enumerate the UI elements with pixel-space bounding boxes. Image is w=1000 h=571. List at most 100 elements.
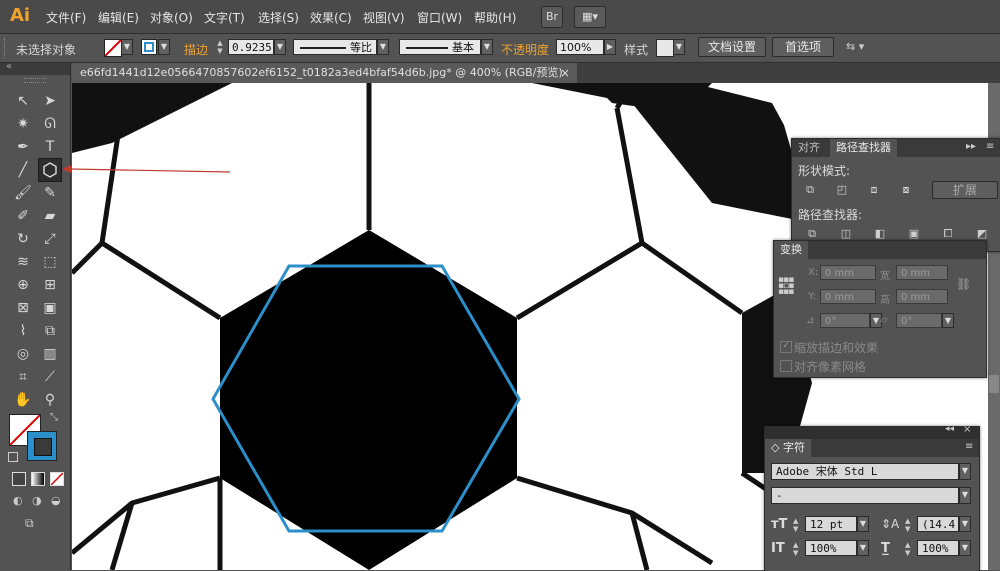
horizontal-scale-dropdown[interactable]: ▼ (959, 540, 971, 556)
font-family-select[interactable]: Adobe 宋体 Std L (771, 463, 959, 480)
vertical-scale-input[interactable]: 100% (805, 540, 857, 556)
vertical-scale-dropdown[interactable]: ▼ (857, 540, 869, 556)
leading-stepper[interactable]: ▲ ▼ (905, 517, 910, 533)
gradient-tool-icon[interactable]: ▣ (40, 298, 60, 318)
stroke-weight-dropdown[interactable]: ▼ (274, 39, 286, 55)
menu-edit[interactable]: 编辑(E) (98, 9, 139, 26)
panel-collapse-icon[interactable]: ▸▸ (966, 141, 976, 152)
stroke-profile-dropdown[interactable]: ▼ (377, 39, 389, 55)
y-input[interactable]: 0 mm (820, 289, 876, 304)
control-panel-menu-icon[interactable]: ⇆ ▾ (846, 39, 876, 55)
lasso-tool-icon[interactable]: ᘏ (40, 114, 60, 134)
reference-point-icon[interactable]: ▪▪▪ ▪▫▪ ▪▪▪ (778, 276, 796, 297)
swap-fill-stroke-icon[interactable]: ⤡ (50, 412, 58, 423)
free-transform-tool-icon[interactable]: ⬚ (40, 252, 60, 272)
stroke-label[interactable]: 描边 (184, 41, 208, 58)
crop-icon[interactable]: ▣ (906, 227, 922, 241)
character-panel-header[interactable]: ◂◂ × (765, 424, 979, 439)
paintbrush-tool-icon[interactable]: 🖌 (13, 183, 33, 203)
scrollbar-thumb[interactable] (989, 375, 999, 393)
opacity-dropdown[interactable]: ▶ (604, 39, 616, 55)
leading-input[interactable]: (14.4 (917, 516, 959, 532)
zoom-tool-icon[interactable]: ⚲ (40, 390, 60, 410)
brush-select[interactable]: 基本 (399, 39, 481, 55)
unite-icon[interactable]: ⧉ (802, 183, 818, 197)
collapse-icon[interactable]: « (6, 61, 12, 72)
color-mode-icon[interactable] (12, 472, 26, 486)
stroke-color-box[interactable] (27, 431, 57, 461)
slice-tool-icon[interactable]: ⟋ (40, 367, 60, 387)
rotate-tool-icon[interactable]: ↻ (13, 229, 33, 249)
default-colors-icon[interactable] (8, 452, 18, 462)
font-size-stepper[interactable]: ▲ ▼ (793, 517, 798, 533)
stroke-profile-select[interactable]: 等比 (293, 39, 377, 55)
panel-collapse-icon[interactable]: ◂◂ (945, 424, 954, 434)
scale-strokes-checkbox[interactable]: ✓ (780, 341, 792, 353)
pen-tool-icon[interactable]: ✒ (13, 137, 33, 157)
none-mode-icon[interactable] (50, 472, 64, 486)
stroke-dropdown[interactable]: ▼ (158, 39, 170, 55)
divide-icon[interactable]: ⧉ (804, 227, 820, 241)
gradient-mode-icon[interactable] (31, 472, 45, 486)
style-swatch[interactable] (656, 39, 674, 57)
leading-dropdown[interactable]: ▼ (959, 516, 971, 532)
expand-button[interactable]: 扩展 (932, 181, 998, 199)
tab-align[interactable]: 对齐 (792, 139, 826, 157)
opacity-label[interactable]: 不透明度 (501, 41, 549, 58)
polygon-tool-icon[interactable] (38, 158, 62, 182)
stroke-weight-input[interactable]: 0.9235 (228, 39, 274, 55)
menu-help[interactable]: 帮助(H) (474, 9, 516, 26)
line-segment-tool-icon[interactable]: ╱ (13, 160, 33, 180)
type-tool-icon[interactable]: T (40, 137, 60, 157)
artboard-tool-icon[interactable]: ⌗ (13, 367, 33, 387)
align-pixel-checkbox[interactable] (780, 360, 792, 372)
preferences-button[interactable]: 首选项 (772, 37, 834, 57)
width-input[interactable]: 0 mm (896, 265, 948, 280)
toolbox-header[interactable]: « (0, 61, 70, 75)
font-size-input[interactable]: 12 pt (805, 516, 857, 532)
menu-type[interactable]: 文字(T) (204, 9, 245, 26)
horizontal-scale-stepper[interactable]: ▲ ▼ (905, 541, 910, 557)
vertical-scale-stepper[interactable]: ▲ ▼ (793, 541, 798, 557)
x-input[interactable]: 0 mm (820, 265, 876, 280)
control-bar-grip[interactable] (4, 38, 8, 58)
panel-close-icon[interactable]: × (963, 424, 971, 435)
menu-file[interactable]: 文件(F) (46, 9, 86, 26)
draw-normal-icon[interactable]: ◐ (13, 494, 27, 507)
trim-icon[interactable]: ◫ (838, 227, 854, 241)
bridge-button[interactable]: Br (541, 6, 563, 28)
fill-swatch[interactable] (104, 39, 122, 57)
font-family-dropdown[interactable]: ▼ (959, 463, 971, 480)
blend-tool-icon[interactable]: ⧉ (40, 321, 60, 341)
merge-icon[interactable]: ◧ (872, 227, 888, 241)
eraser-tool-icon[interactable]: ▰ (40, 206, 60, 226)
document-tab[interactable]: e66fd1441d12e0566470857602ef6152_t0182a3… (72, 63, 577, 83)
menu-view[interactable]: 视图(V) (363, 9, 405, 26)
blob-brush-tool-icon[interactable]: ✐ (13, 206, 33, 226)
menu-window[interactable]: 窗口(W) (417, 9, 462, 26)
menu-object[interactable]: 对象(O) (150, 9, 193, 26)
screen-mode-icon[interactable]: ⧉ (25, 516, 47, 530)
font-style-dropdown[interactable]: ▼ (959, 487, 971, 504)
outline-icon[interactable]: ⧠ (940, 227, 956, 241)
constrain-proportions-icon[interactable]: ⛓ (956, 277, 971, 291)
horizontal-scale-input[interactable]: 100% (917, 540, 959, 556)
mesh-tool-icon[interactable]: ⊠ (13, 298, 33, 318)
fill-dropdown[interactable]: ▼ (121, 39, 133, 55)
menu-effect[interactable]: 效果(C) (310, 9, 352, 26)
magic-wand-tool-icon[interactable]: ✷ (13, 114, 33, 134)
exclude-icon[interactable]: ⧇ (898, 183, 914, 197)
tab-transform[interactable]: 变换 (774, 241, 808, 259)
tab-character[interactable]: ◇ 字符 (765, 439, 811, 457)
style-dropdown[interactable]: ▼ (673, 39, 685, 55)
font-style-select[interactable]: - (771, 487, 959, 504)
tab-pathfinder[interactable]: 路径查找器 (830, 139, 897, 157)
toolbox-grip[interactable] (24, 78, 46, 83)
rotate-input[interactable]: 0° (820, 313, 870, 328)
brush-dropdown[interactable]: ▼ (481, 39, 493, 55)
scale-tool-icon[interactable]: ⤢ (40, 229, 60, 249)
close-tab-icon[interactable]: × (560, 66, 570, 80)
draw-behind-icon[interactable]: ◑ (32, 494, 46, 507)
panel-menu-icon[interactable]: ≡ (965, 441, 973, 452)
document-setup-button[interactable]: 文档设置 (698, 37, 766, 57)
